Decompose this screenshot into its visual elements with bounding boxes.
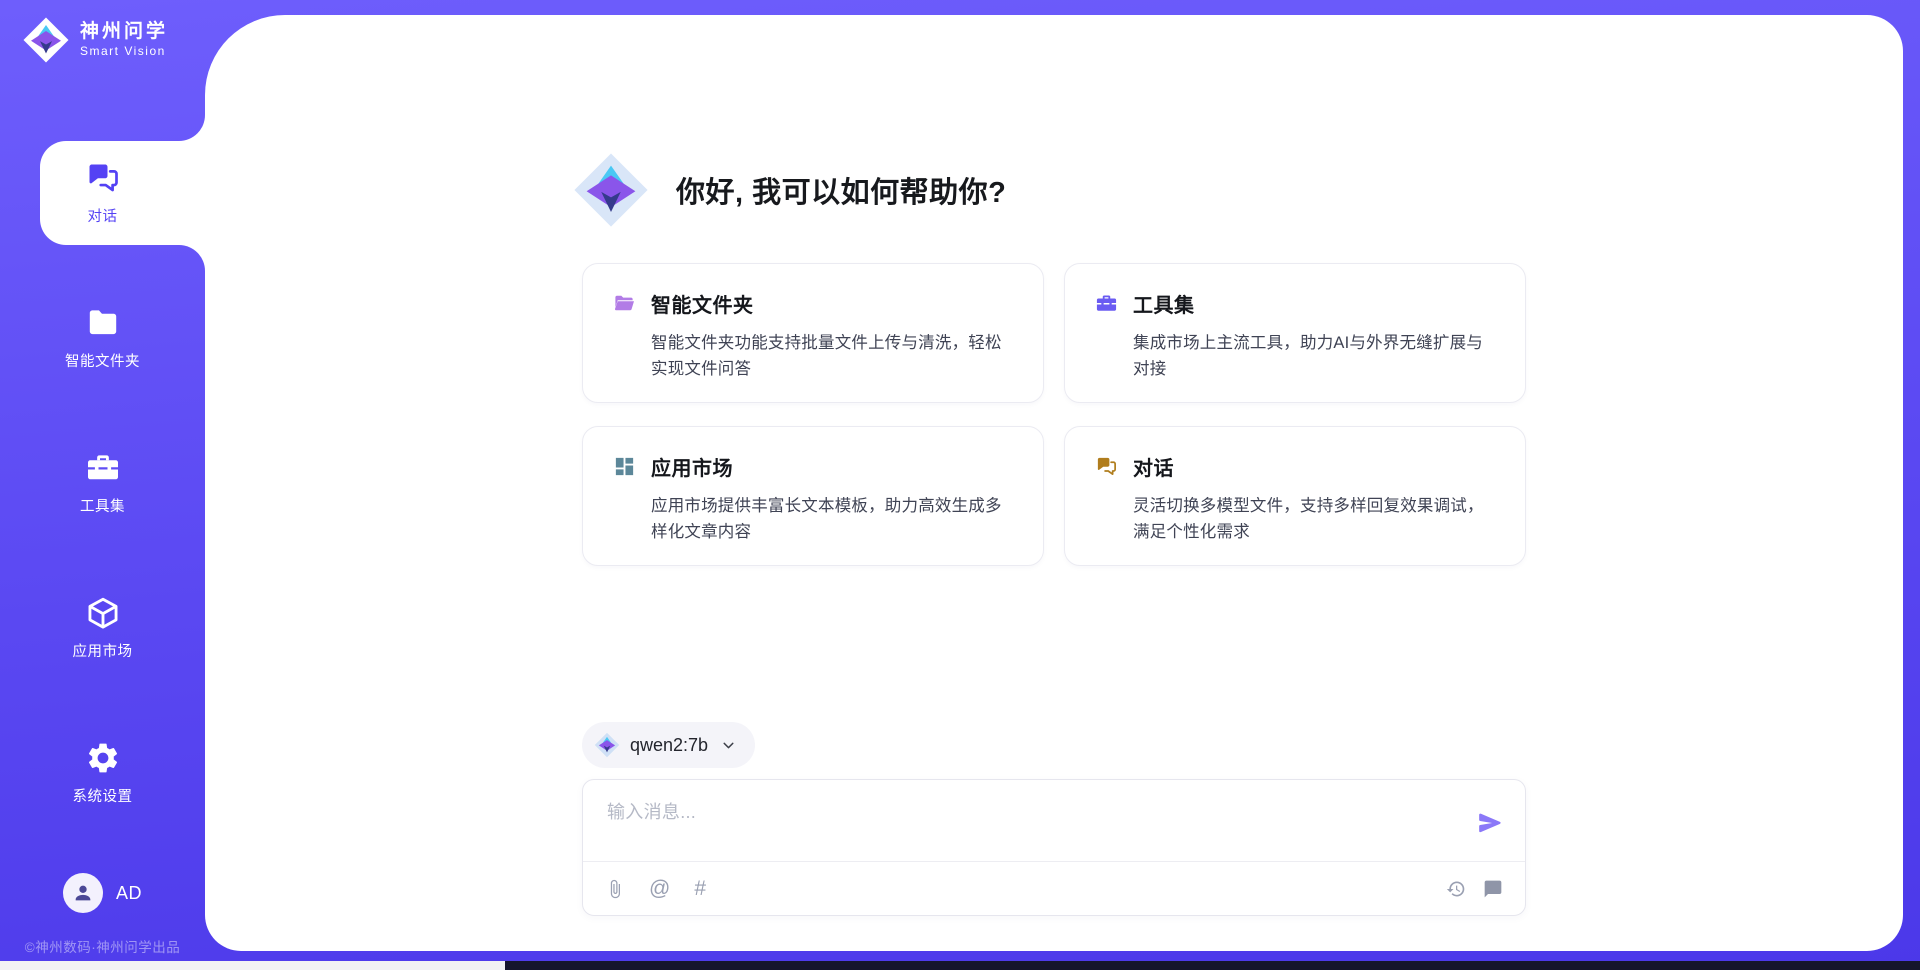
card-title: 对话 xyxy=(1133,452,1174,481)
brand-logo-icon xyxy=(22,16,70,64)
horizontal-scrollbar[interactable] xyxy=(0,961,1920,970)
message-input[interactable] xyxy=(605,796,1455,852)
sidebar: 神州问学 Smart Vision 对话 智能文件夹 xyxy=(0,0,205,970)
comment-icon xyxy=(1483,879,1503,899)
cube-icon xyxy=(85,595,121,631)
mention-button[interactable]: @ xyxy=(649,878,670,899)
sidebar-item-label: 应用市场 xyxy=(73,640,133,661)
sidebar-item-label: 工具集 xyxy=(80,495,125,516)
card-toolset[interactable]: 工具集 集成市场上主流工具，助力AI与外界无缝扩展与对接 xyxy=(1064,263,1526,403)
sidebar-item-settings[interactable]: 系统设置 xyxy=(0,721,205,825)
sidebar-item-label: 对话 xyxy=(88,205,118,226)
sidebar-item-app-market[interactable]: 应用市场 xyxy=(0,576,205,680)
send-button[interactable] xyxy=(1475,808,1505,838)
composer: @ # xyxy=(582,779,1526,916)
scrollbar-thumb[interactable] xyxy=(505,961,1920,970)
sidebar-item-toolset[interactable]: 工具集 xyxy=(0,431,205,535)
main-panel: 你好, 我可以如何帮助你? 智能文件夹 智能文件夹功能支持批量文件上传与清洗，轻… xyxy=(205,15,1903,951)
copyright-text: ©神州数码·神州问学出品 xyxy=(0,936,205,956)
chat-icon xyxy=(85,160,121,196)
history-icon xyxy=(1446,879,1466,899)
card-title: 工具集 xyxy=(1133,289,1195,318)
sidebar-item-smart-folder[interactable]: 智能文件夹 xyxy=(0,286,205,390)
greeting-text: 你好, 我可以如何帮助你? xyxy=(676,169,1006,211)
sidebar-item-chat[interactable]: 对话 xyxy=(0,141,205,245)
briefcase-icon xyxy=(1095,292,1118,315)
card-smart-folder[interactable]: 智能文件夹 智能文件夹功能支持批量文件上传与清洗，轻松实现文件问答 xyxy=(582,263,1044,403)
composer-toolbar: @ # xyxy=(583,862,1525,915)
avatar xyxy=(63,873,103,913)
sidebar-item-label: 系统设置 xyxy=(73,785,133,806)
brand-subtitle: Smart Vision xyxy=(80,45,168,59)
model-logo-icon xyxy=(594,732,620,758)
user-profile[interactable]: AD xyxy=(0,873,205,913)
tab-curve-bottom xyxy=(179,245,205,271)
model-selector[interactable]: qwen2:7b xyxy=(582,722,755,768)
greeting: 你好, 我可以如何帮助你? xyxy=(572,151,1526,229)
card-description: 集成市场上主流工具，助力AI与外界无缝扩展与对接 xyxy=(1133,330,1499,382)
sidebar-nav: 对话 智能文件夹 工具集 xyxy=(0,141,205,866)
model-name: qwen2:7b xyxy=(630,735,708,756)
card-description: 智能文件夹功能支持批量文件上传与清洗，轻松实现文件问答 xyxy=(651,330,1017,382)
folder-icon xyxy=(85,305,121,341)
card-app-market[interactable]: 应用市场 应用市场提供丰富长文本模板，助力高效生成多样化文章内容 xyxy=(582,426,1044,566)
folder-open-icon xyxy=(613,292,636,315)
card-title: 应用市场 xyxy=(651,452,733,481)
comment-button[interactable] xyxy=(1483,879,1503,899)
hash-button[interactable]: # xyxy=(694,878,706,899)
send-icon xyxy=(1477,810,1503,836)
sidebar-item-label: 智能文件夹 xyxy=(65,350,140,371)
history-button[interactable] xyxy=(1446,879,1466,899)
person-icon xyxy=(72,882,94,904)
chat-icon xyxy=(1095,455,1118,478)
brand-name: 神州问学 xyxy=(80,21,168,43)
gear-icon xyxy=(85,740,121,776)
grid-icon xyxy=(613,455,636,478)
attach-button[interactable] xyxy=(605,879,625,899)
card-title: 智能文件夹 xyxy=(651,289,754,318)
card-chat[interactable]: 对话 灵活切换多模型文件，支持多样回复效果调试，满足个性化需求 xyxy=(1064,426,1526,566)
tab-curve-top xyxy=(179,115,205,141)
card-description: 灵活切换多模型文件，支持多样回复效果调试，满足个性化需求 xyxy=(1133,493,1499,545)
toolbox-icon xyxy=(85,450,121,486)
brand: 神州问学 Smart Vision xyxy=(22,16,168,64)
app-logo-icon xyxy=(572,151,650,229)
chevron-down-icon xyxy=(720,737,737,754)
feature-cards: 智能文件夹 智能文件夹功能支持批量文件上传与清洗，轻松实现文件问答 xyxy=(582,263,1526,566)
user-initials: AD xyxy=(116,883,142,904)
card-description: 应用市场提供丰富长文本模板，助力高效生成多样化文章内容 xyxy=(651,493,1017,545)
paperclip-icon xyxy=(605,879,625,899)
